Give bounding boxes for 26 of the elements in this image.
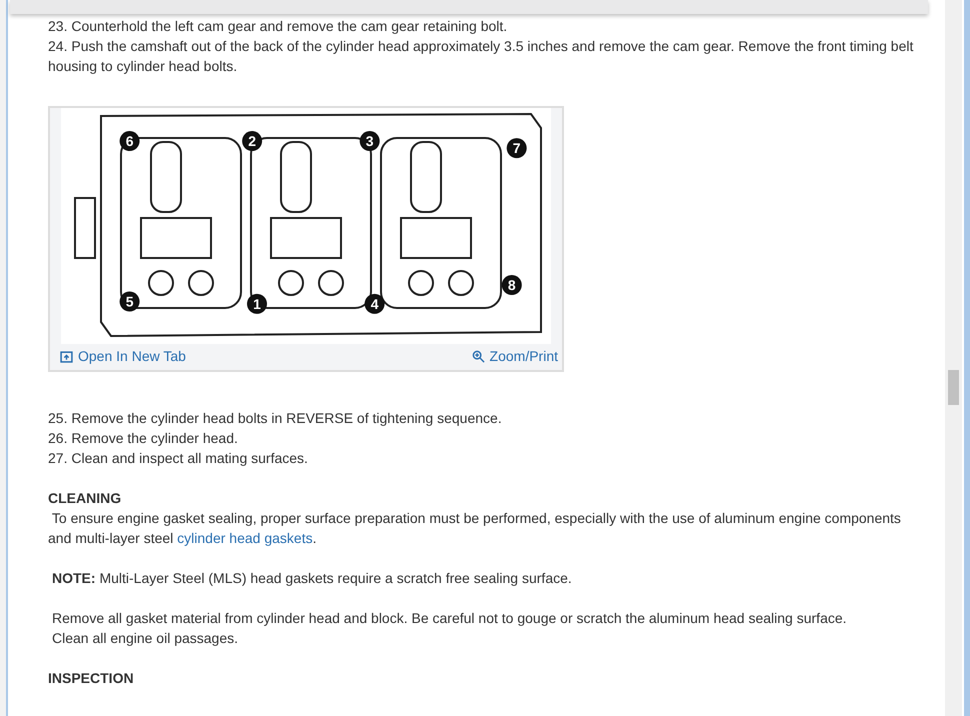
bolt-number: 3: [366, 133, 374, 150]
zoom-icon: [472, 350, 485, 362]
note-text: NOTE: Multi-Layer Steel (MLS) head gaskets require a scratch free sealing surface.: [51, 569, 573, 588]
scroll-thumb[interactable]: [948, 370, 959, 405]
open-in-new-tab-link[interactable]: Open In New Tab: [60, 346, 186, 366]
section-heading: INSPECTION: [48, 669, 135, 688]
bolt-number: 5: [126, 294, 134, 310]
bolt-number: 4: [370, 296, 378, 312]
bolt-number: 2: [248, 133, 256, 150]
bolt-number: 7: [512, 140, 521, 156]
step-text: 27. Clean and inspect all mating surfaces.: [48, 449, 309, 468]
step-text: 25. Remove the cylinder head bolts in REVERSE of tightening sequence.: [48, 409, 503, 428]
step-text: 24. Push the camshaft out of the back of the cylinder head approximately 3.5 inches and remove the cam gear. Remove the front timing belt housing to cylinder head bolts.: [48, 37, 914, 76]
bolt-number: 6: [126, 133, 134, 150]
step-text: 26. Remove the cylinder head.: [48, 429, 239, 448]
section-heading: CLEANING: [48, 489, 122, 508]
bolt-number: 8: [508, 277, 516, 293]
paragraph: To ensure engine gasket sealing, proper surface preparation must be performed, especially with the use of aluminum engine components and multi-layer steel cylinder head gaskets.: [48, 509, 902, 548]
paragraph: Clean all engine oil passages.: [52, 629, 240, 648]
paragraph: Remove all gasket material from cylinder head and block. Be careful not to gouge or scratch the aluminum head sealing surface.: [52, 609, 848, 628]
scrollbar[interactable]: [945, 0, 962, 716]
new-tab-icon: [60, 350, 73, 362]
bolt-number: 1: [253, 296, 261, 312]
zoom-print-link[interactable]: Zoom/Print: [472, 346, 558, 366]
step-text: 23. Counterhold the left cam gear and remove the cam gear retaining bolt.: [48, 17, 508, 36]
gaskets-link[interactable]: cylinder head gaskets: [177, 530, 313, 546]
